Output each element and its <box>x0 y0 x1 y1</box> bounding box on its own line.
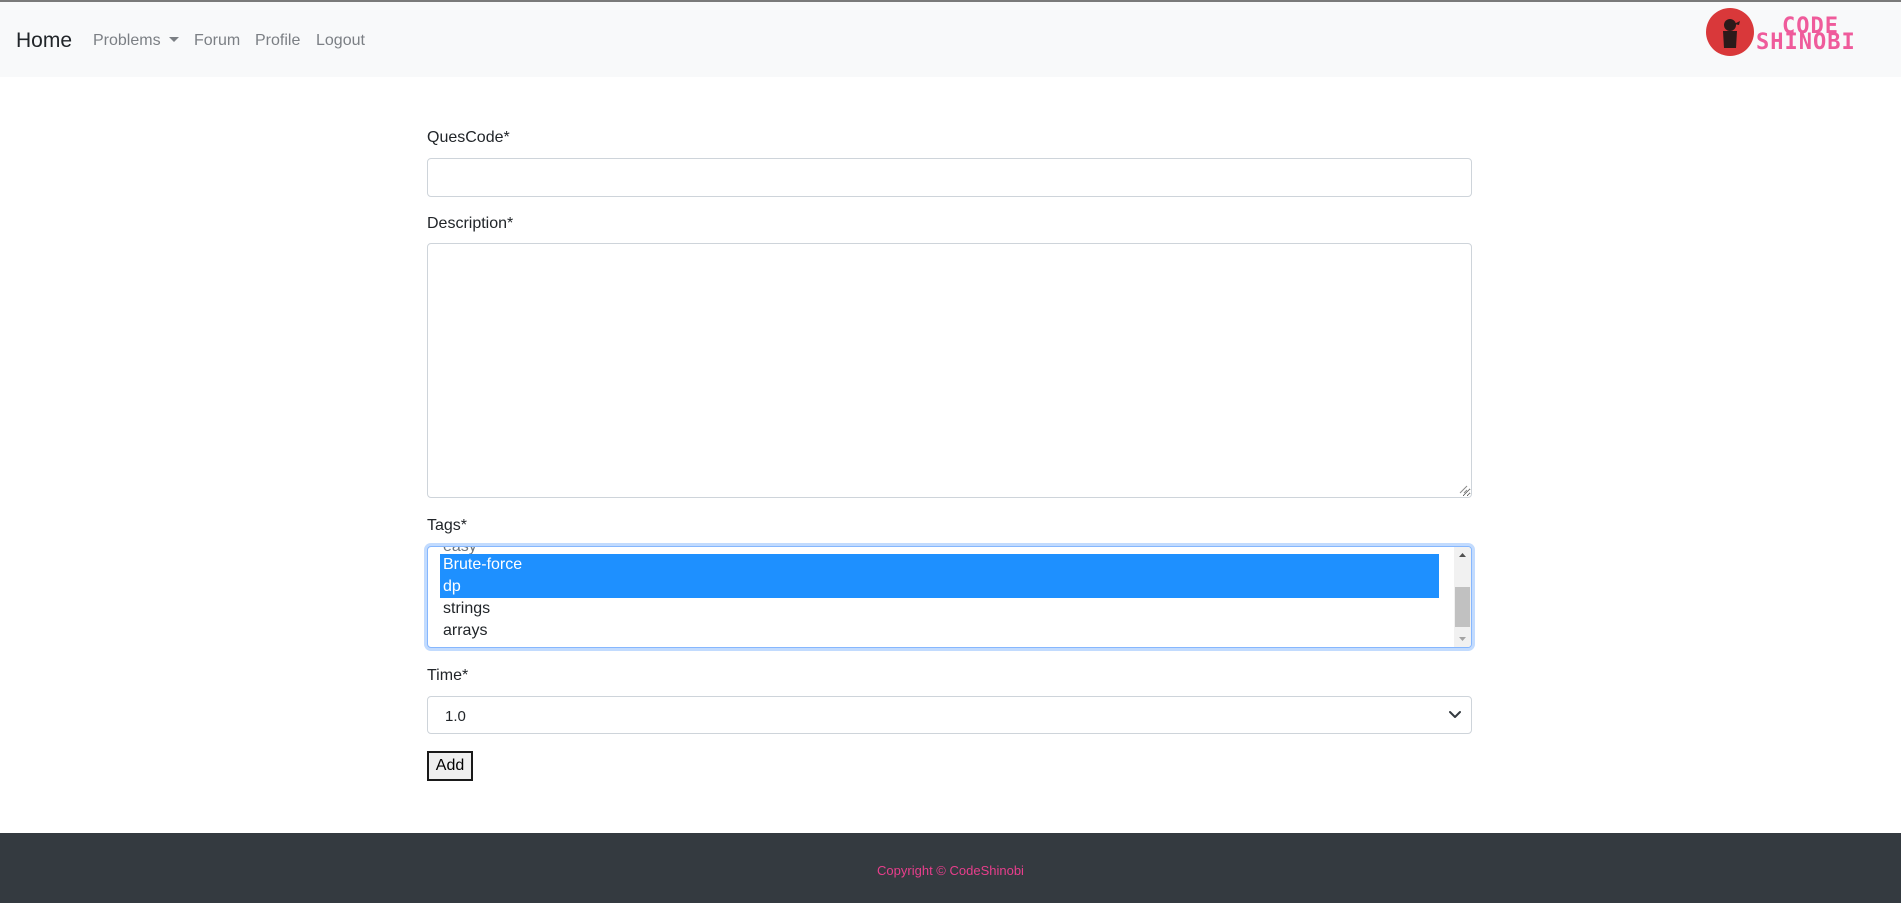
footer: Copyright © CodeShinobi <box>0 833 1901 903</box>
tags-scrollbar[interactable] <box>1454 547 1471 647</box>
nav-logout-link[interactable]: Logout <box>316 32 365 50</box>
nav-forum-link[interactable]: Forum <box>194 32 240 50</box>
copyright-text: Copyright © CodeShinobi <box>877 863 1024 878</box>
time-label: Time* <box>427 667 469 684</box>
time-select[interactable]: 1.0 <box>427 696 1472 734</box>
add-button[interactable]: Add <box>427 751 473 781</box>
nav-problems-dropdown[interactable]: Problems <box>93 32 179 50</box>
tag-option-brute-force[interactable]: Brute-force <box>440 554 1439 576</box>
nav-profile-link[interactable]: Profile <box>255 32 300 50</box>
nav-home-link[interactable]: Home <box>16 29 72 53</box>
scrollbar-thumb[interactable] <box>1455 587 1470 627</box>
tags-multiselect[interactable]: easy Brute-force dp strings arrays <box>427 546 1472 648</box>
tags-label: Tags* <box>427 517 468 534</box>
ninja-silhouette-icon <box>1723 19 1740 48</box>
scroll-up-arrow-icon[interactable] <box>1454 547 1471 564</box>
chevron-down-icon <box>168 37 179 42</box>
logo-text-shinobi: SHINOBI <box>1756 30 1856 55</box>
description-label: Description* <box>427 215 514 232</box>
quescode-label: QuesCode* <box>427 129 510 146</box>
tag-option-strings[interactable]: strings <box>440 598 1439 620</box>
navbar: Home Problems Forum Profile Logout CODE … <box>0 2 1901 77</box>
nav-problems-label: Problems <box>93 32 161 49</box>
chevron-down-icon <box>1449 711 1461 718</box>
time-select-value: 1.0 <box>445 708 466 725</box>
scroll-down-arrow-icon[interactable] <box>1454 630 1471 647</box>
quescode-input[interactable] <box>427 158 1472 197</box>
description-textarea[interactable] <box>427 243 1472 498</box>
codeshinobi-logo: CODE SHINOBI <box>1704 6 1882 60</box>
tag-option-dp[interactable]: dp <box>440 576 1439 598</box>
tag-option-arrays[interactable]: arrays <box>440 620 1439 642</box>
resize-handle-icon[interactable] <box>1458 484 1468 494</box>
